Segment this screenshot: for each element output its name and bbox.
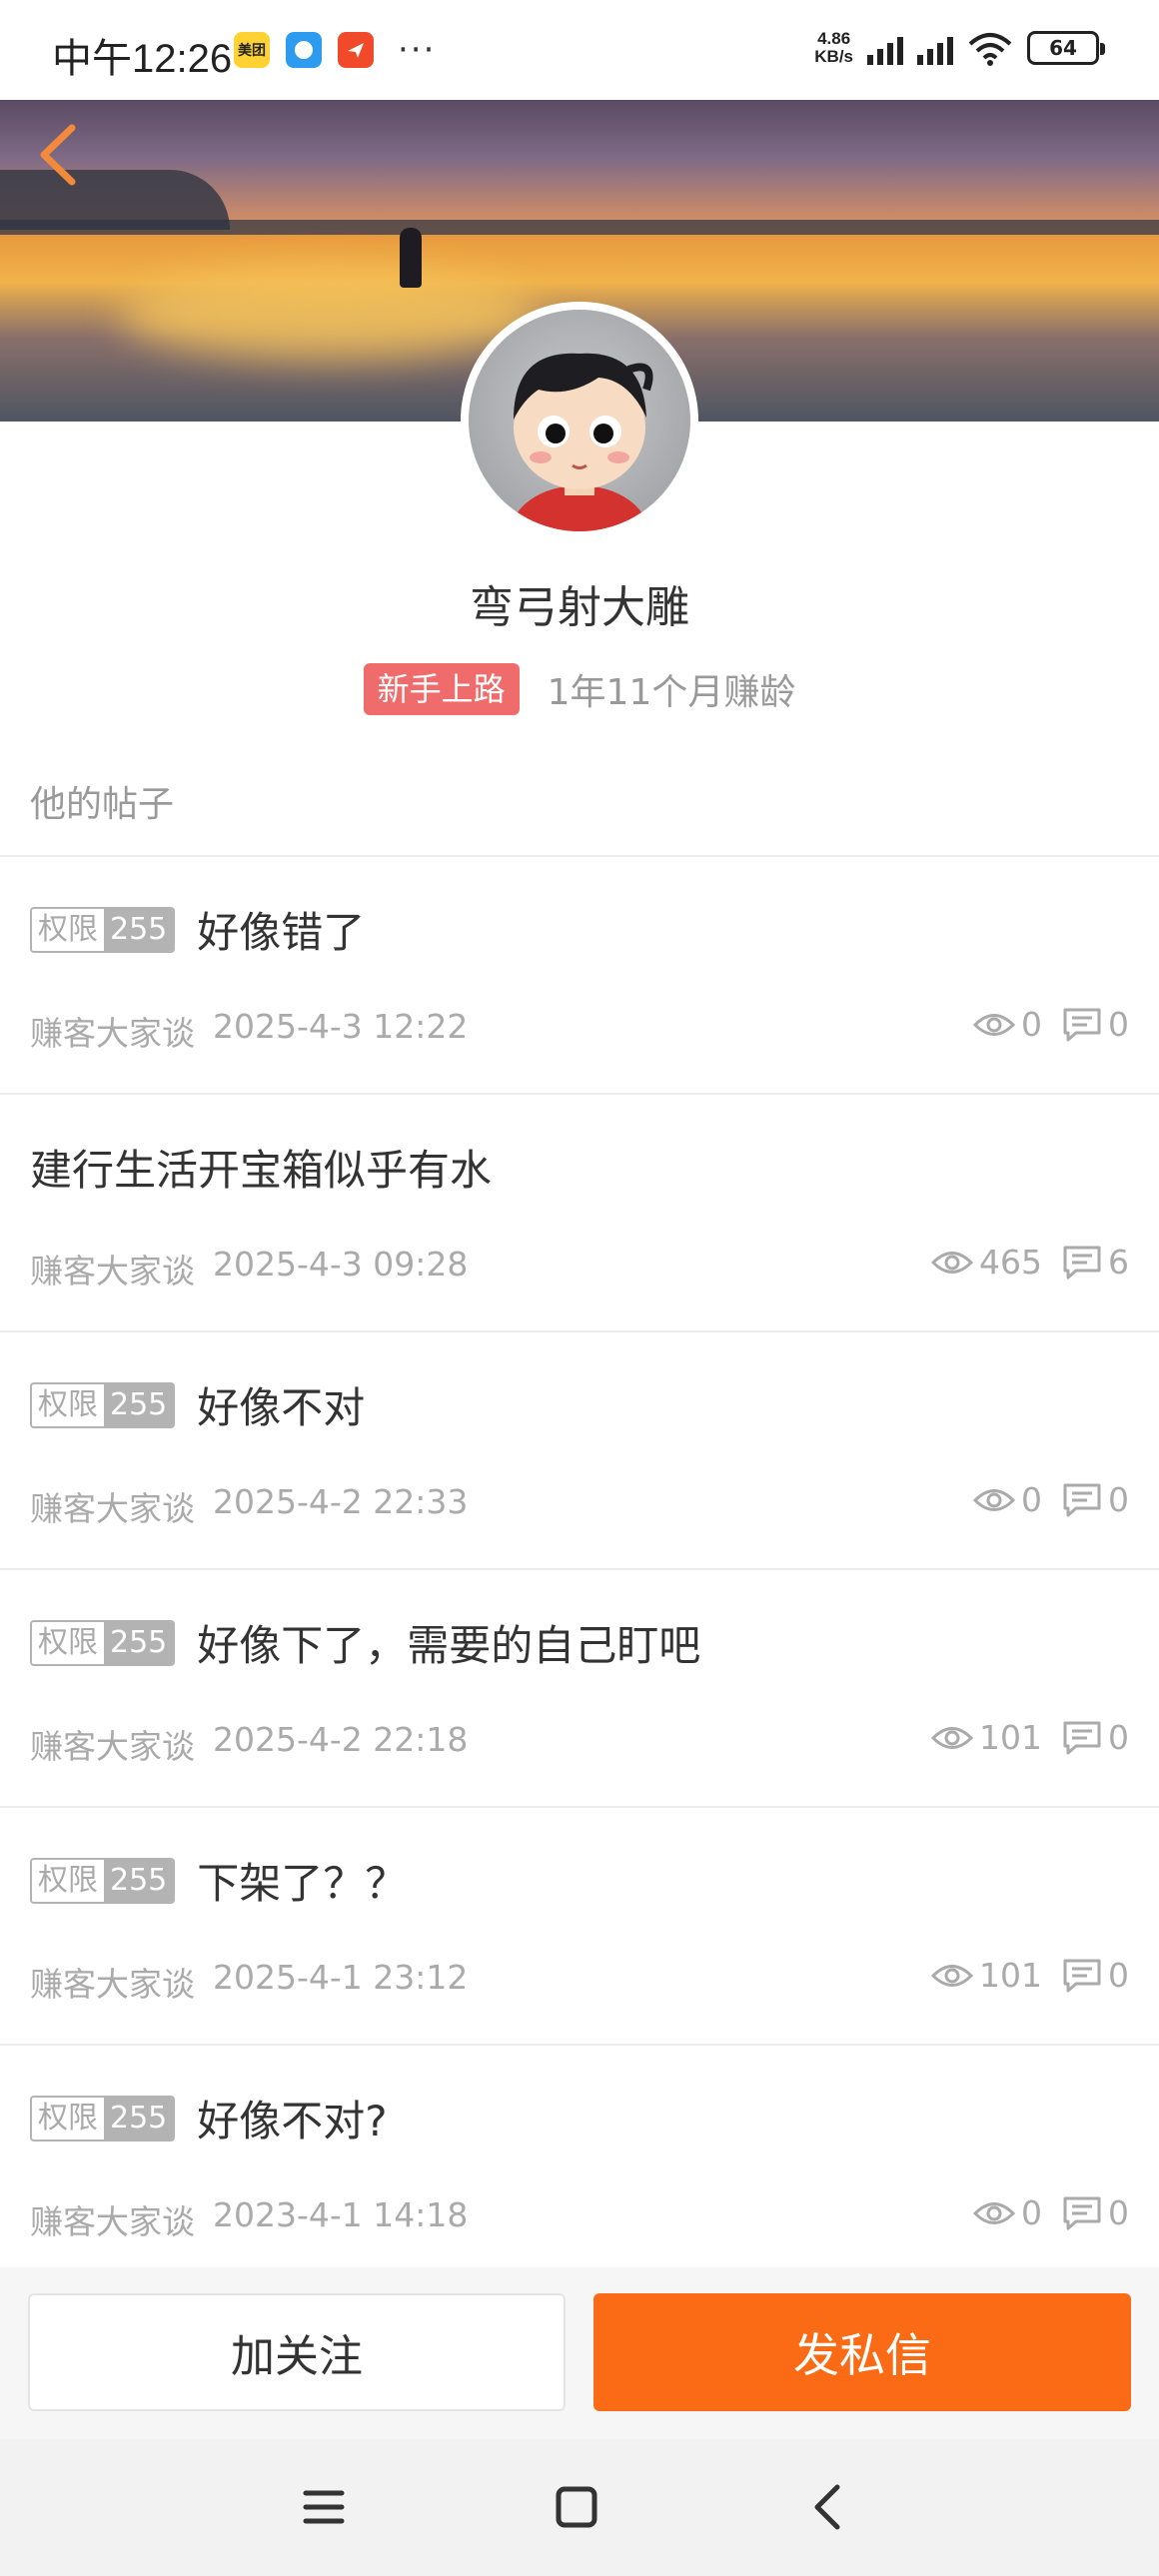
view-count: 101 [979,1956,1042,1995]
battery-icon: 64 [1027,31,1105,65]
comment-icon [1063,2196,1101,2229]
status-app-icons: 美团 ··· [234,32,436,68]
square-icon [556,2486,597,2528]
private-message-button[interactable]: 发私信 [593,2293,1131,2411]
eye-icon [973,1013,1015,1036]
permission-badge: 权限 255 [30,2095,176,2142]
eye-icon [973,1488,1015,1511]
post-time: 2025-4-3 09:28 [213,1245,469,1284]
comment-icon [1063,1959,1101,1992]
comment-count: 0 [1108,2193,1129,2232]
post-item[interactable]: 权限 255 好像不对 赚客大家谈 2025-4-2 22:33 0 0 [0,1332,1159,1570]
post-item[interactable]: 权限 255 好像下了，需要的自己盯吧 赚客大家谈 2025-4-2 22:18 … [0,1570,1159,1808]
post-time: 2025-4-3 12:22 [213,1007,469,1046]
eye-icon [931,1726,973,1749]
chevron-left-icon [40,124,76,186]
comment-count: 0 [1108,1480,1129,1519]
post-board: 赚客大家谈 [30,1965,195,2004]
system-nav-bar [0,2439,1159,2576]
system-back-button[interactable] [799,2477,859,2537]
post-title: 建行生活开宝箱似乎有水 [30,1146,493,1195]
profile-tags: 新手上路 1年11个月赚龄 [0,663,1159,715]
post-time: 2025-4-2 22:33 [213,1482,469,1521]
post-board: 赚客大家谈 [30,1489,195,1528]
post-time: 2025-4-1 23:12 [213,1958,469,1997]
back-arrow-icon [814,2484,840,2530]
post-board: 赚客大家谈 [30,1252,195,1290]
eye-icon [931,1964,973,1987]
post-board: 赚客大家谈 [30,1014,195,1053]
home-button[interactable] [547,2477,606,2537]
post-board: 赚客大家谈 [30,2202,195,2241]
view-count: 0 [1021,1005,1042,1044]
account-age: 1年11个月赚龄 [547,672,796,713]
username: 弯弓射大雕 [470,582,689,633]
view-count: 0 [1021,1480,1042,1519]
avatar[interactable] [461,302,698,539]
menu-button[interactable] [294,2477,354,2537]
comment-icon [1063,1483,1101,1516]
chat-app-icon [286,32,322,68]
post-item[interactable]: 建行生活开宝箱似乎有水 赚客大家谈 2025-4-3 09:28 465 6 [0,1095,1159,1332]
level-badge: 新手上路 [363,663,520,715]
send-app-icon [338,32,374,68]
signal-icon [867,31,903,65]
permission-badge: 权限 255 [30,1619,176,1666]
permission-badge: 权限 255 [30,1381,176,1428]
eye-icon [931,1251,973,1274]
post-time: 2025-4-2 22:18 [213,1720,469,1759]
permission-badge: 权限 255 [30,906,176,953]
comment-count: 6 [1108,1243,1129,1282]
avatar-cartoon-icon [510,353,653,531]
view-count: 101 [979,1718,1042,1757]
post-list: 权限 255 好像错了 赚客大家谈 2025-4-3 12:22 0 0 建行生活… [0,857,1159,2283]
post-item[interactable]: 权限 255 下架了？？ 赚客大家谈 2025-4-1 23:12 101 0 [0,1808,1159,2046]
post-title: 好像不对 [197,1383,366,1432]
follow-button[interactable]: 加关注 [28,2293,566,2411]
signal-icon-2 [917,31,953,65]
post-time: 2023-4-1 14:18 [213,2195,469,2234]
action-bar: 加关注 发私信 [0,2267,1159,2439]
permission-badge: 权限 255 [30,1857,176,1904]
meituan-app-icon: 美团 [234,32,270,68]
wifi-icon [968,33,1012,66]
post-title: 好像不对? [197,2097,388,2146]
network-speed: 4.86 KB/s [814,29,853,66]
status-bar: 中午12:26 美团 ··· 4.86 KB/s 64 [0,0,1159,100]
post-board: 赚客大家谈 [30,1727,195,1766]
comment-icon [1063,1246,1101,1279]
comment-count: 0 [1108,1956,1129,1995]
post-title: 下架了？？ [197,1859,408,1908]
comment-count: 0 [1108,1718,1129,1757]
post-title: 好像下了，需要的自己盯吧 [197,1621,701,1670]
post-item[interactable]: 权限 255 好像错了 赚客大家谈 2025-4-3 12:22 0 0 [0,857,1159,1095]
section-title: 他的帖子 [30,784,175,825]
view-count: 0 [1021,2193,1042,2232]
back-button[interactable] [30,120,90,190]
eye-icon [973,2201,1015,2224]
menu-icon [303,2490,345,2524]
comment-icon [1063,1008,1101,1041]
status-indicators: 4.86 KB/s 64 [814,29,1105,66]
view-count: 465 [979,1243,1042,1282]
post-item[interactable]: 权限 255 好像不对? 赚客大家谈 2023-4-1 14:18 0 0 [0,2046,1159,2283]
post-title: 好像错了 [197,908,366,957]
status-time: 中午12:26 [52,37,233,81]
status-more-icon: ··· [398,30,437,70]
comment-count: 0 [1108,1005,1129,1044]
comment-icon [1063,1721,1101,1754]
